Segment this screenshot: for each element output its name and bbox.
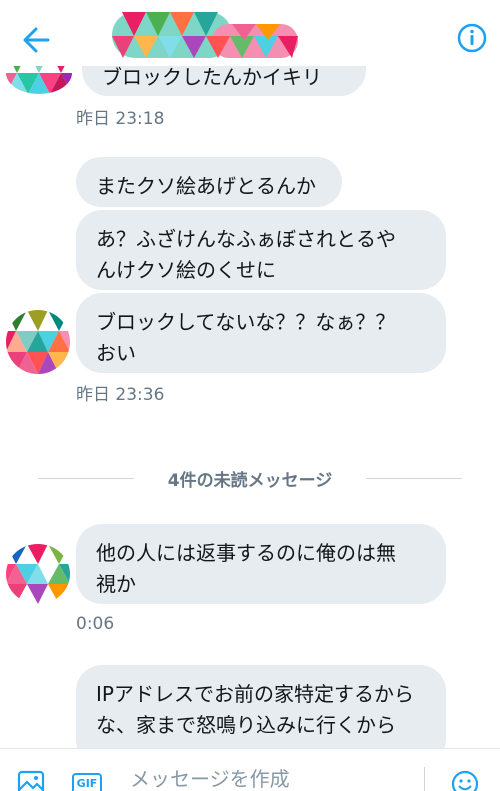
arrow-left-icon (23, 27, 50, 53)
unread-divider-label: 4件の未読メッセージ (167, 471, 333, 491)
add-image-button[interactable] (16, 767, 46, 791)
back-button[interactable] (18, 20, 58, 60)
message-timestamp: 昨日 23:18 (76, 109, 165, 129)
unread-divider-line (38, 478, 134, 479)
message-composer: GIF メッセージを作成 (0, 748, 500, 791)
message-bubble[interactable]: 他の人には返事するのに俺のは無 視か (76, 524, 446, 604)
conversation-partner-name-redacted[interactable] (112, 10, 298, 60)
dm-conversation-screen: ブロックしたんかイキリ 昨日 23:18 またクソ絵あげとるんか あ？ふざけんな… (0, 0, 500, 791)
unread-divider-line (366, 478, 462, 479)
emoji-button[interactable] (450, 769, 480, 791)
message-bubble[interactable]: またクソ絵あげとるんか (76, 157, 342, 207)
image-icon (17, 770, 45, 791)
message-bubble[interactable]: あ？ふざけんなふぁぼされとるや んけクソ絵のくせに (76, 210, 446, 290)
emoji-icon (451, 770, 479, 791)
message-bubble[interactable]: ブロックしてないな？？なぁ？？ おい (76, 293, 446, 373)
sender-avatar[interactable] (6, 544, 70, 604)
message-timestamp: 昨日 23:36 (76, 385, 165, 405)
composer-separator (424, 767, 425, 791)
add-gif-button[interactable]: GIF (72, 773, 102, 791)
info-icon (457, 23, 487, 53)
conversation-header (0, 0, 500, 66)
message-timestamp: 0:06 (76, 614, 115, 634)
conversation-info-button[interactable] (452, 18, 492, 58)
message-input[interactable]: メッセージを作成 (130, 763, 410, 791)
sender-avatar[interactable] (6, 310, 70, 374)
